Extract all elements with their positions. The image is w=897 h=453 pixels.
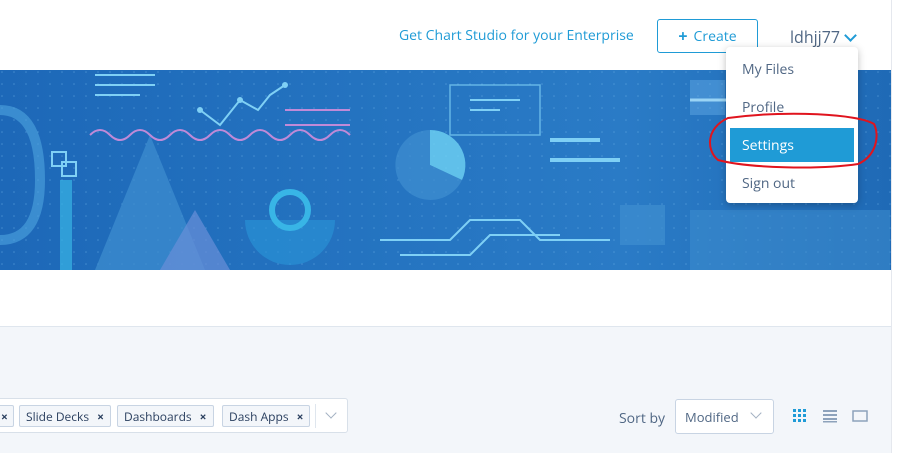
grid-view-icon[interactable] bbox=[792, 409, 808, 423]
filter-separator bbox=[315, 404, 316, 428]
scrollbar-track[interactable] bbox=[891, 0, 897, 453]
username: ldhjj77 bbox=[790, 26, 841, 48]
sort-select-value: Modified bbox=[685, 407, 739, 426]
remove-tag-icon[interactable]: × bbox=[297, 408, 304, 425]
dropdown-item-my-files[interactable]: My Files bbox=[726, 52, 858, 86]
sort-by-label: Sort by bbox=[619, 409, 666, 428]
user-dropdown-menu: My Files Profile Settings Sign out bbox=[726, 47, 858, 203]
plus-icon: + bbox=[678, 25, 688, 47]
card-view-icon[interactable] bbox=[852, 409, 868, 423]
files-toolbar-area bbox=[0, 327, 891, 453]
dropdown-item-profile[interactable]: Profile bbox=[726, 90, 858, 124]
create-button-label: Create bbox=[693, 26, 737, 46]
filter-tag-label: Slide Decks bbox=[26, 407, 90, 425]
filter-tag-dash-apps: Dash Apps × bbox=[222, 405, 311, 427]
filter-tag-label: Dash Apps bbox=[229, 407, 289, 425]
remove-tag-icon[interactable]: × bbox=[200, 408, 207, 425]
user-menu-toggle[interactable]: ldhjj77 bbox=[790, 26, 857, 48]
sort-select[interactable]: Modified bbox=[675, 399, 774, 434]
dropdown-item-settings[interactable]: Settings bbox=[730, 128, 854, 162]
list-view-icon[interactable] bbox=[822, 409, 838, 423]
filter-tag-label: Dashboards bbox=[124, 407, 192, 425]
filter-tag-slide-decks: Slide Decks × bbox=[19, 405, 111, 427]
filter-tag-dashboards: Dashboards × bbox=[117, 405, 214, 427]
remove-tag-icon[interactable]: × bbox=[97, 408, 104, 425]
remove-tag-icon[interactable]: × bbox=[1, 408, 8, 425]
filter-tag-partial: × bbox=[0, 405, 14, 427]
chevron-down-icon bbox=[844, 28, 857, 42]
enterprise-link[interactable]: Get Chart Studio for your Enterprise bbox=[399, 26, 634, 45]
dropdown-item-sign-out[interactable]: Sign out bbox=[726, 166, 858, 200]
